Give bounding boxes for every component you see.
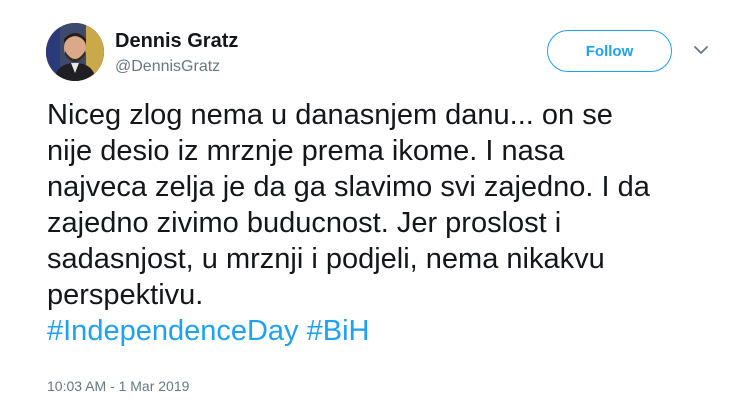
tweet-text-line: sadasnjost, u mrznji i podjeli, nema nik… — [47, 243, 605, 275]
tweet-text: Niceg zlog nema u danasnjem danu... on s… — [47, 97, 737, 349]
hashtag-bih[interactable]: #BiH — [307, 315, 370, 347]
tweet-card: Dennis Gratz @DennisGratz Follow Niceg z… — [0, 0, 751, 410]
author-handle[interactable]: @DennisGratz — [115, 58, 220, 76]
avatar-photo — [46, 23, 104, 81]
tweet-text-line: Niceg zlog nema u danasnjem danu... on s… — [47, 99, 613, 131]
avatar[interactable] — [46, 23, 104, 81]
chevron-down-icon[interactable] — [693, 43, 709, 57]
tweet-text-line: zajedno zivimo buducnost. Jer proslost i — [47, 207, 562, 239]
tweet-text-line: najveca zelja je da ga slavimo svi zajed… — [47, 171, 650, 203]
follow-button[interactable]: Follow — [547, 30, 672, 72]
tweet-text-line: perspektivu. — [47, 279, 204, 311]
hashtag-independenceday[interactable]: #IndependenceDay — [47, 315, 299, 347]
tweet-text-line: nije desio iz mrznje prema ikome. I nasa — [47, 135, 565, 167]
hashtag-row: #IndependenceDay #BiH — [47, 313, 737, 349]
author-name[interactable]: Dennis Gratz — [115, 30, 238, 53]
tweet-timestamp[interactable]: 10:03 AM - 1 Mar 2019 — [47, 378, 189, 394]
